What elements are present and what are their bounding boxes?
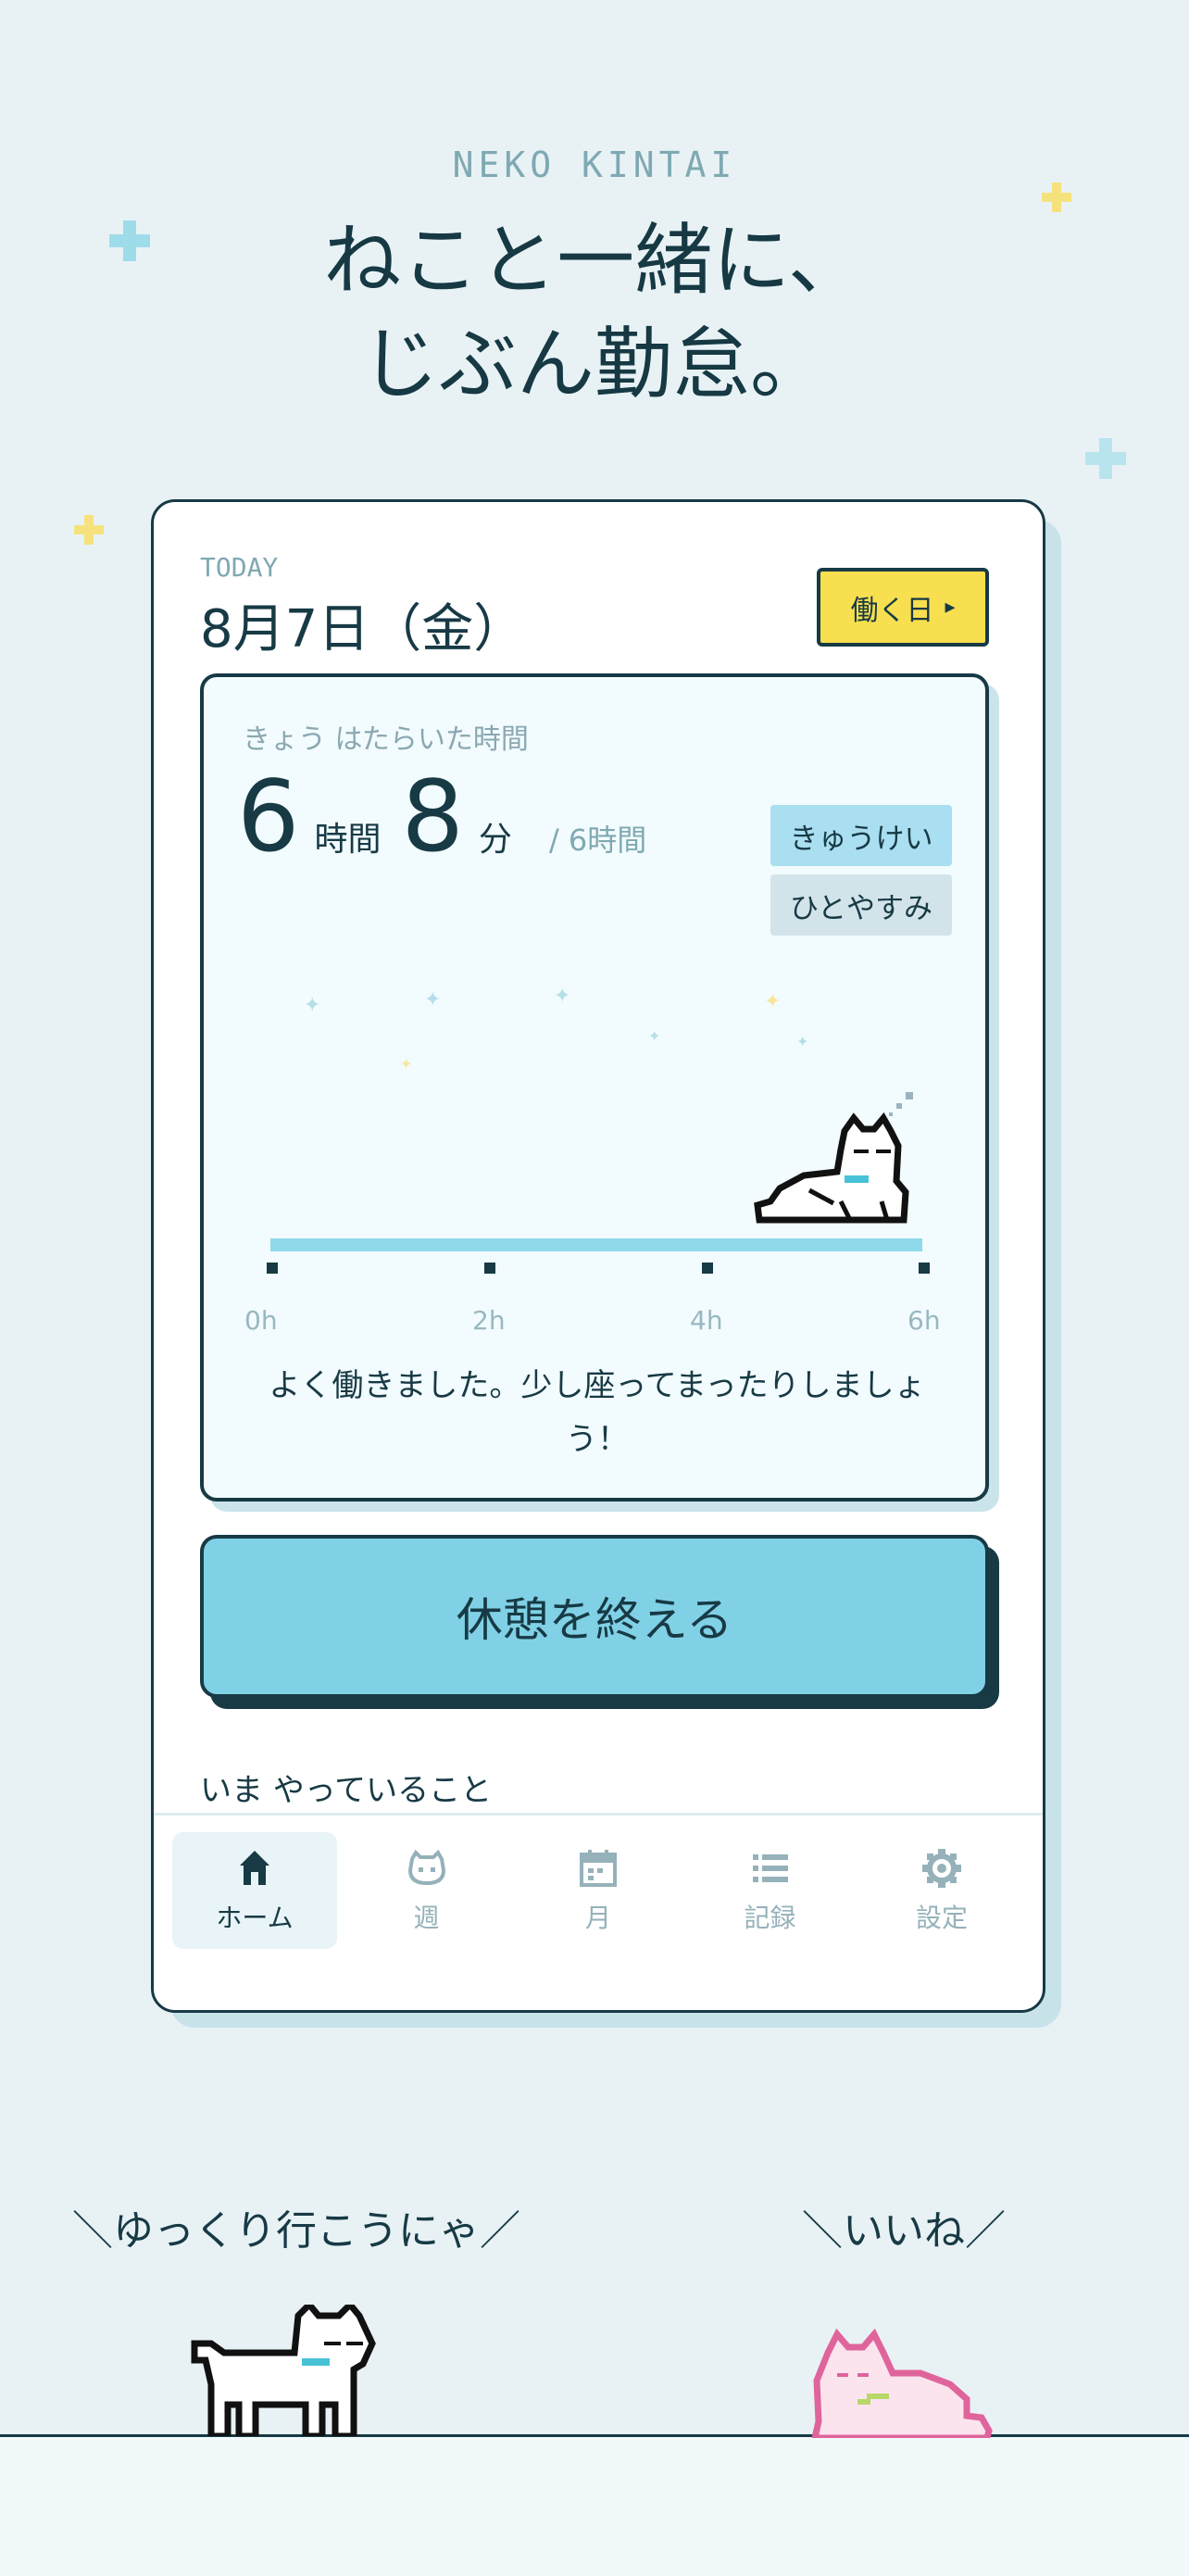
minutes-value: 8 <box>401 760 464 873</box>
hours-value: 6 <box>237 760 300 873</box>
timeline-label: 0h <box>244 1305 278 1336</box>
current-activity-label: いま やっていること <box>200 1772 493 1809</box>
work-summary-panel: きょう はたらいた時間 6 時間 8 分 / 6時間 きゅうけい ひとやすみ ✦… <box>200 673 989 1502</box>
target-hours: / 6時間 <box>548 823 647 858</box>
end-break-button[interactable]: 休憩を終える <box>200 1535 989 1698</box>
sparkle-icon <box>109 220 150 261</box>
home-icon <box>240 1851 269 1885</box>
play-arrow-icon: ▸ <box>945 596 956 619</box>
cat-face-icon <box>407 1849 445 1886</box>
nav-week[interactable]: 週 <box>344 1832 509 1949</box>
nav-label: 記録 <box>744 1903 796 1933</box>
bottom-navigation: ホーム 週 月 記録 設定 <box>172 1832 1024 1949</box>
break-status-badge: きゅうけい <box>770 805 952 866</box>
nav-label: 設定 <box>915 1903 968 1933</box>
current-date: 8月7日（金） <box>200 599 526 660</box>
nav-label: 週 <box>413 1903 440 1933</box>
calendar-icon <box>580 1850 617 1887</box>
star-icon: ✦ <box>400 1055 413 1073</box>
timeline-tick <box>484 1263 495 1274</box>
sparkle-icon <box>74 515 104 545</box>
nav-divider <box>154 1813 1043 1816</box>
timeline-label: 2h <box>472 1305 506 1336</box>
pink-cat-illustration <box>811 2328 993 2438</box>
timeline-tick <box>267 1263 278 1274</box>
today-label: TODAY <box>200 552 279 583</box>
nav-records[interactable]: 記録 <box>688 1832 853 1949</box>
sparkle-icon <box>1042 182 1071 212</box>
work-day-button[interactable]: 働く日 ▸ <box>817 568 989 647</box>
ground-strip <box>0 2434 1189 2576</box>
gear-icon <box>922 1849 961 1888</box>
hero-title-line1: ねこと一緒に、 <box>323 215 866 306</box>
nav-home[interactable]: ホーム <box>172 1832 337 1949</box>
star-icon: ✦ <box>764 990 782 1013</box>
encouragement-message: よく働きました。少し座ってまったりしましょう！ <box>269 1367 926 1458</box>
nav-month[interactable]: 月 <box>516 1832 681 1949</box>
star-icon: ✦ <box>648 1027 661 1045</box>
nav-label: ホーム <box>216 1903 294 1933</box>
star-icon: ✦ <box>554 985 571 1008</box>
walking-cat-illustration <box>191 2305 376 2436</box>
timeline-progress-bar <box>270 1238 922 1251</box>
worked-time-display: 6 時間 8 分 / 6時間 <box>237 768 646 866</box>
minutes-unit: 分 <box>478 821 512 859</box>
brand-name: NEKO KINTAI <box>452 145 737 185</box>
nav-label: 月 <box>584 1903 611 1933</box>
resting-cat-illustration <box>754 1092 913 1224</box>
nav-settings[interactable]: 設定 <box>859 1832 1024 1949</box>
timeline-label: 4h <box>690 1305 723 1336</box>
timeline-tick <box>919 1263 930 1274</box>
app-card: TODAY 8月7日（金） 働く日 ▸ きょう はたらいた時間 6 時間 8 分… <box>151 499 1045 2013</box>
timeline-label: 6h <box>907 1305 941 1336</box>
hero-title: ねこと一緒に、 じぶん勤怠。 <box>0 208 1189 416</box>
sparkle-icon <box>1085 438 1126 479</box>
list-icon <box>752 1854 788 1882</box>
hours-unit: 時間 <box>314 821 382 859</box>
star-icon: ✦ <box>304 994 321 1017</box>
star-icon: ✦ <box>424 988 442 1012</box>
worked-time-label: きょう はたらいた時間 <box>243 723 529 756</box>
timeline-tick <box>702 1263 713 1274</box>
rest-status-badge: ひとやすみ <box>770 874 952 936</box>
right-cat-speech: ＼いいね／ <box>802 2207 1006 2255</box>
star-icon: ✦ <box>796 1033 809 1050</box>
work-day-label: 働く日 <box>850 594 934 627</box>
left-cat-speech: ＼ゆっくり行こうにゃ／ <box>72 2207 520 2255</box>
hero-title-line2: じぶん勤怠。 <box>360 319 828 409</box>
